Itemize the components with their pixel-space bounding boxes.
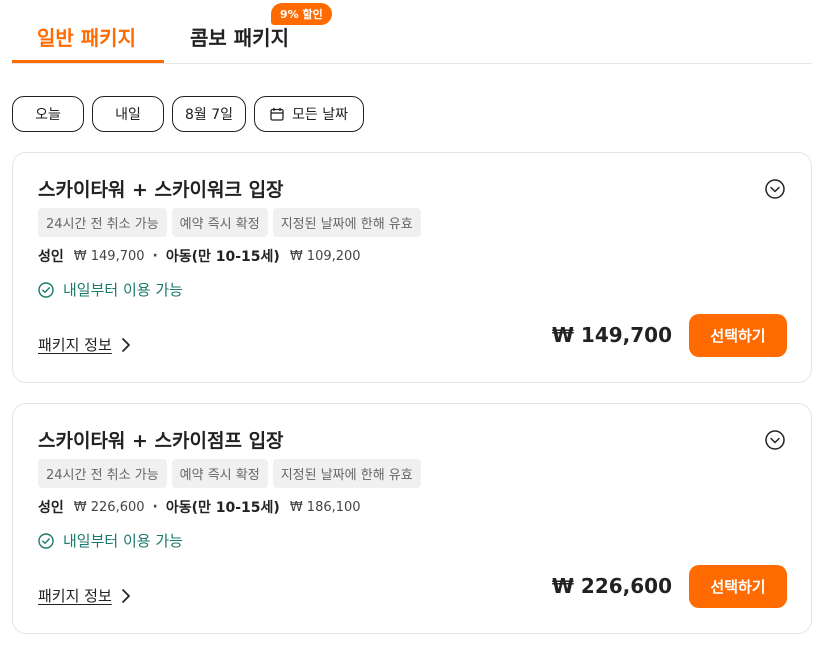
total-price: ₩ 149,700: [551, 323, 672, 347]
chevron-down-circle-icon[interactable]: [765, 430, 785, 450]
price-breakdown: 성인 ₩ 149,700 · 아동(만 10-15세) ₩ 109,200: [38, 246, 361, 266]
select-button[interactable]: 선택하기: [689, 565, 787, 608]
availability-text: 내일부터 이용 가능: [63, 532, 183, 550]
chevron-down-circle-icon[interactable]: [765, 179, 785, 199]
package-info-link[interactable]: 패키지 정보: [38, 334, 131, 355]
date-chip-aug-7[interactable]: 8월 7일: [172, 96, 246, 132]
separator-dot: ·: [152, 499, 158, 515]
tag-free-cancel: 24시간 전 취소 가능: [38, 208, 167, 237]
active-tab-indicator: [12, 60, 164, 63]
date-chip-all-label: 모든 날짜: [292, 107, 348, 123]
check-circle-icon: [38, 532, 54, 549]
date-chip-today[interactable]: 오늘: [12, 96, 84, 132]
date-chip-tomorrow[interactable]: 내일: [92, 96, 164, 132]
availability-note: 내일부터 이용 가능: [38, 530, 183, 551]
package-tags: 24시간 전 취소 가능 예약 즉시 확정 지정된 날짜에 한해 유효: [38, 208, 421, 237]
select-button[interactable]: 선택하기: [689, 314, 787, 357]
adult-label: 성인: [38, 500, 64, 516]
total-price: ₩ 226,600: [551, 574, 672, 598]
tag-instant-confirm: 예약 즉시 확정: [171, 208, 268, 237]
availability-text: 내일부터 이용 가능: [63, 281, 183, 299]
package-tags: 24시간 전 취소 가능 예약 즉시 확정 지정된 날짜에 한해 유효: [38, 459, 421, 488]
tag-valid-date-only: 지정된 날짜에 한해 유효: [272, 459, 421, 488]
child-price: ₩ 109,200: [289, 248, 361, 264]
tag-free-cancel: 24시간 전 취소 가능: [38, 459, 167, 488]
chevron-right-icon: [121, 337, 130, 352]
adult-label: 성인: [38, 249, 64, 265]
package-info-label: 패키지 정보: [38, 336, 112, 354]
check-circle-icon: [38, 281, 54, 298]
tag-instant-confirm: 예약 즉시 확정: [171, 459, 268, 488]
tab-combo-package[interactable]: 콤보 패키지: [190, 22, 289, 51]
package-info-label: 패키지 정보: [38, 587, 112, 605]
package-title: 스카이타워 + 스카이점프 입장: [38, 430, 284, 452]
tag-valid-date-only: 지정된 날짜에 한해 유효: [272, 208, 421, 237]
discount-badge: 9% 할인: [271, 3, 332, 25]
date-chip-all-dates[interactable]: 모든 날짜: [254, 96, 364, 132]
tab-general-package[interactable]: 일반 패키지: [37, 22, 136, 51]
package-card: 스카이타워 + 스카이워크 입장 24시간 전 취소 가능 예약 즉시 확정 지…: [12, 152, 812, 383]
calendar-icon: [270, 107, 284, 121]
chevron-right-icon: [121, 588, 130, 603]
child-label: 아동(만 10-15세): [165, 249, 280, 265]
separator-dot: ·: [152, 248, 158, 264]
package-title: 스카이타워 + 스카이워크 입장: [38, 179, 284, 201]
package-card: 스카이타워 + 스카이점프 입장 24시간 전 취소 가능 예약 즉시 확정 지…: [12, 403, 812, 634]
package-info-link[interactable]: 패키지 정보: [38, 585, 131, 606]
adult-price: ₩ 149,700: [73, 248, 145, 264]
adult-price: ₩ 226,600: [73, 499, 145, 515]
price-breakdown: 성인 ₩ 226,600 · 아동(만 10-15세) ₩ 186,100: [38, 497, 361, 517]
child-price: ₩ 186,100: [289, 499, 361, 515]
package-tabs: 일반 패키지 콤보 패키지 9% 할인: [12, 0, 812, 64]
child-label: 아동(만 10-15세): [165, 500, 280, 516]
availability-note: 내일부터 이용 가능: [38, 279, 183, 300]
